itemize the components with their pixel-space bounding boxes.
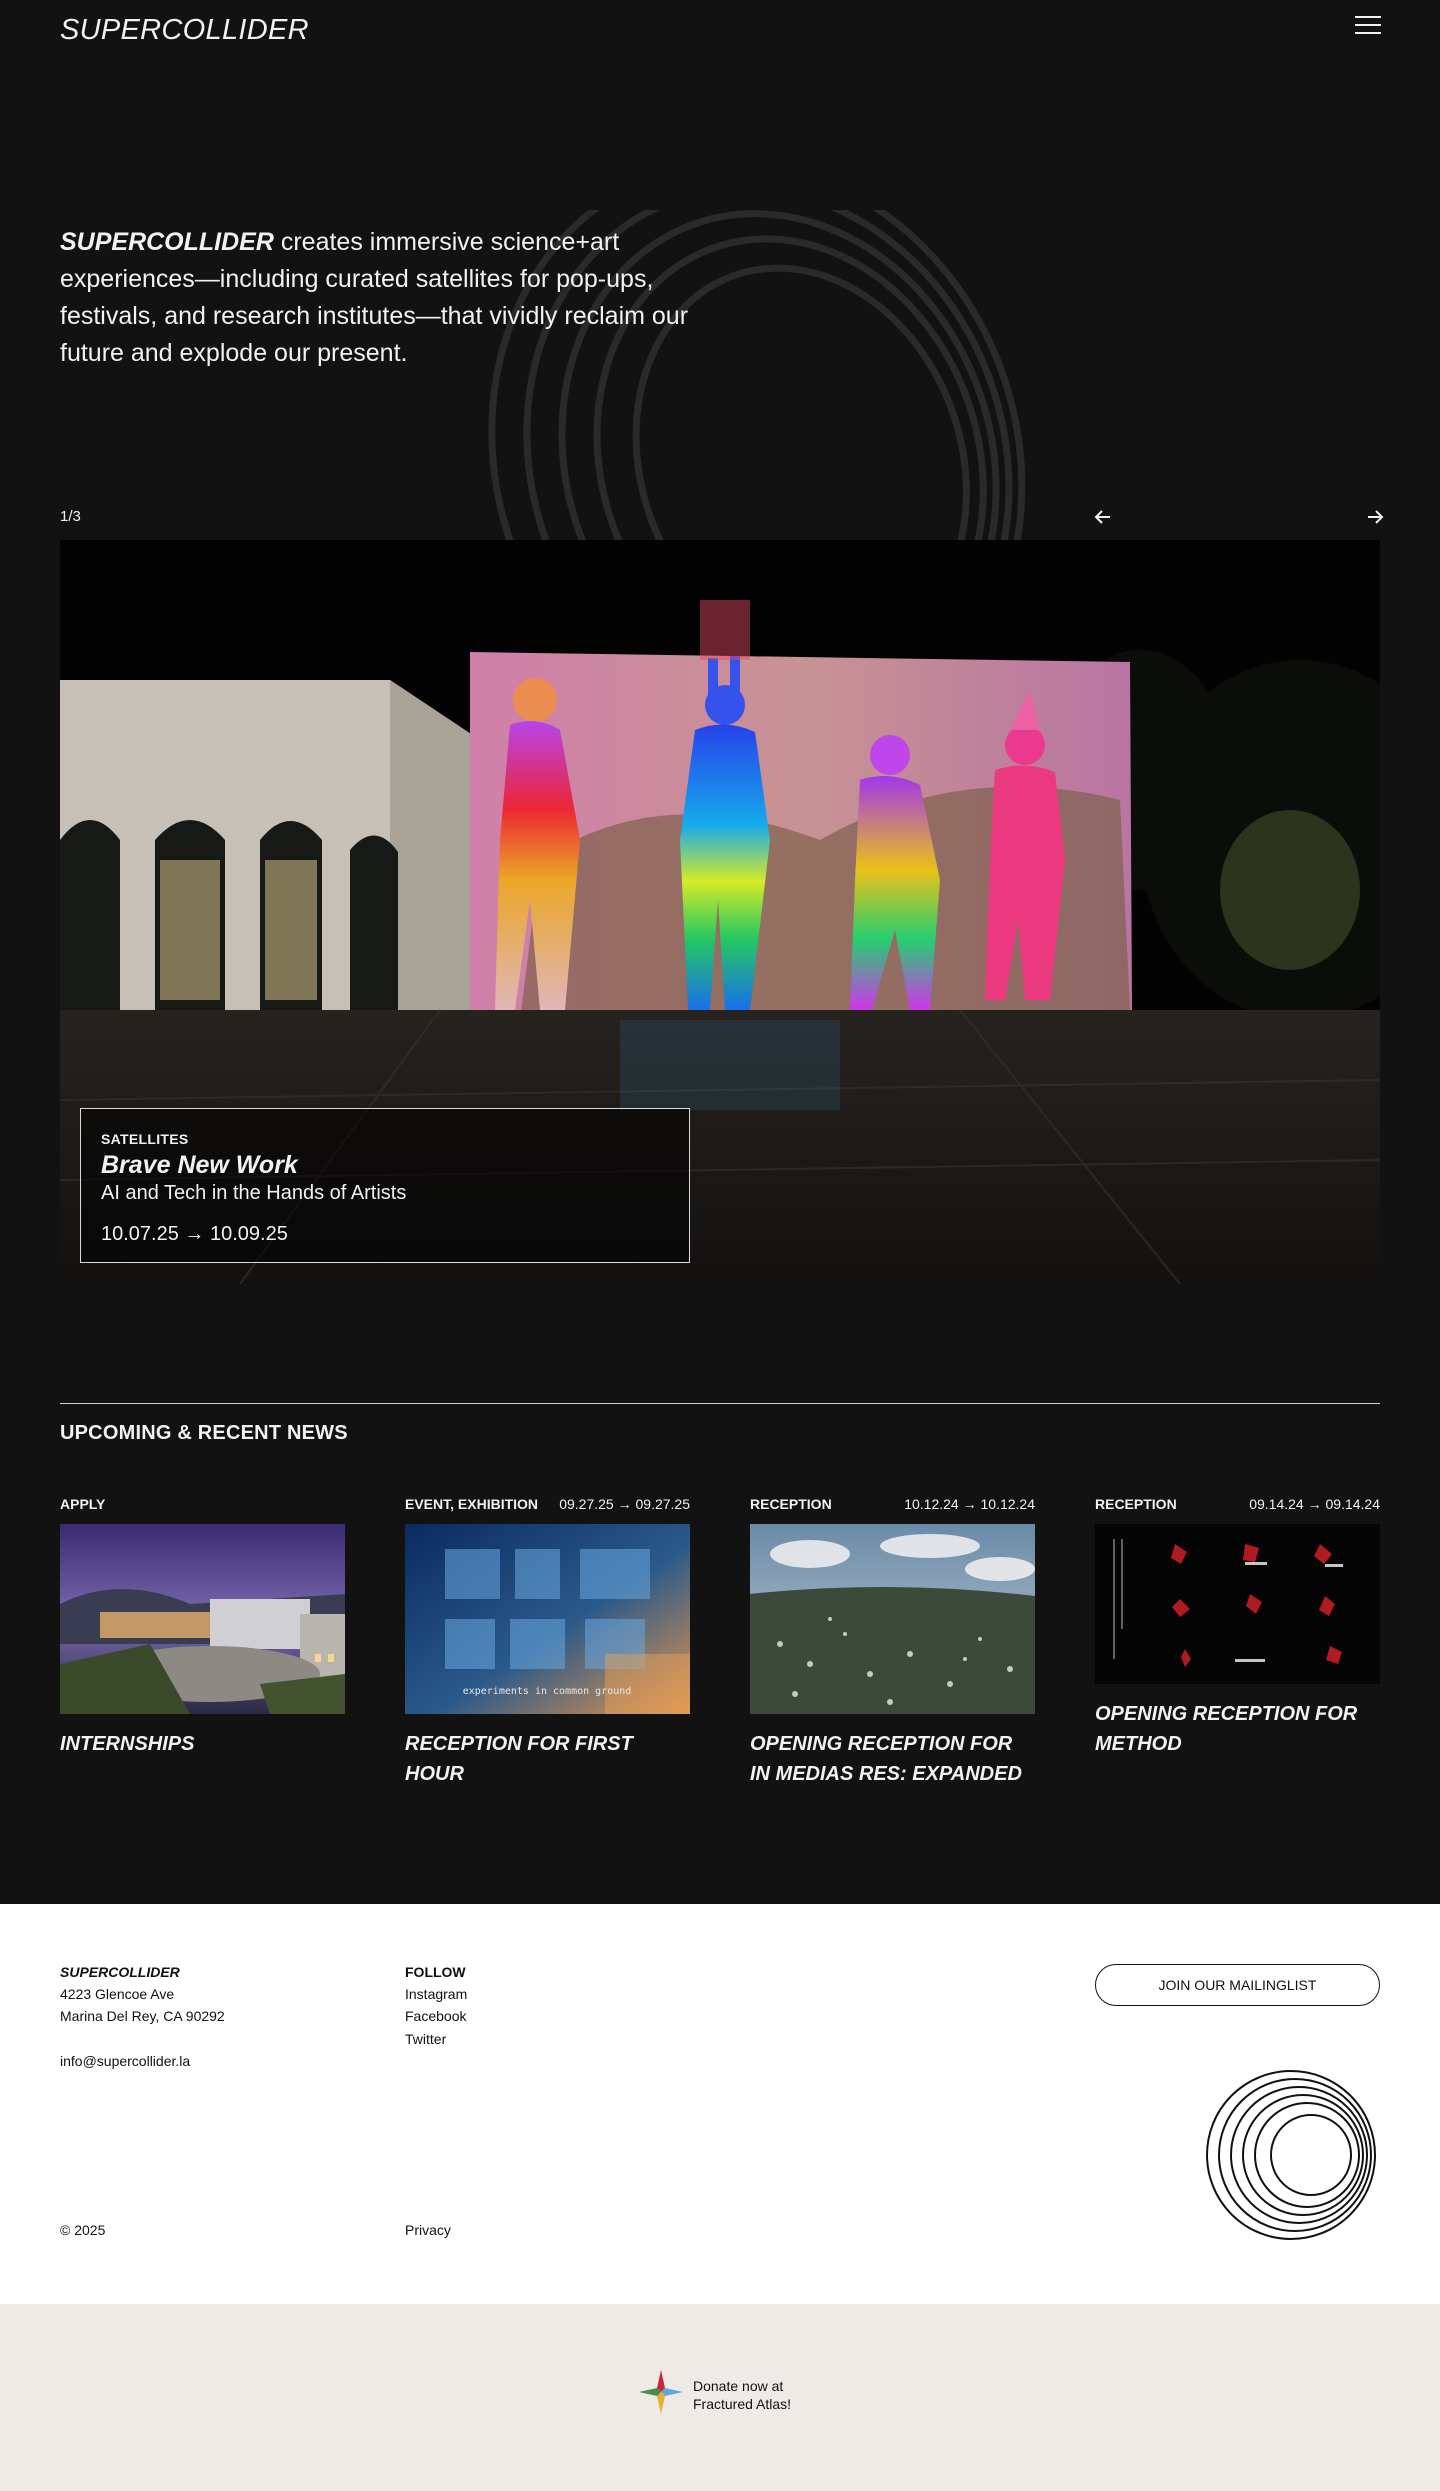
news-card-dates: 09.14.24 → 09.14.24 [1249, 1496, 1380, 1512]
footer-brand: SUPERCOLLIDER [60, 1964, 180, 1980]
news-card-dates: 09.27.25 → 09.27.25 [559, 1496, 690, 1512]
slide-title: Brave New Work [101, 1151, 298, 1179]
news-card-title[interactable]: OPENING RECEPTION FOR IN MEDIAS RES: EXP… [750, 1729, 1035, 1789]
news-card-image[interactable]: experiments in common ground [405, 1524, 690, 1719]
site-footer: SUPERCOLLIDER 4223 Glencoe Ave Marina De… [0, 1904, 1440, 2304]
news-card-meta: APPLY [60, 1496, 345, 1516]
news-card-title[interactable]: OPENING RECEPTION FOR METHOD [1095, 1699, 1380, 1759]
news-heading: UPCOMING & RECENT NEWS [60, 1422, 348, 1444]
news-card-image[interactable] [1095, 1524, 1380, 1689]
twitter-link[interactable]: Twitter [405, 2031, 446, 2047]
fractured-atlas-star-icon [637, 2368, 685, 2421]
news-card[interactable]: RECEPTION 10.12.24 → 10.12.24 OPENING RE… [750, 1496, 1035, 1789]
site-logo[interactable]: SUPERCOLLIDER [60, 14, 309, 47]
concentric-rings-logo [1205, 2069, 1380, 2249]
donate-text: Donate now at Fractured Atlas! [693, 2377, 791, 2413]
donate-link[interactable]: Donate now at Fractured Atlas! [637, 2368, 791, 2421]
join-mailinglist-label: JOIN OUR MAILINGLIST [1158, 1977, 1317, 1993]
instagram-link[interactable]: Instagram [405, 1986, 467, 2002]
site-header: SUPERCOLLIDER [0, 0, 1440, 60]
news-card[interactable]: RECEPTION 09.14.24 → 09.14.24 OPENING RE… [1095, 1496, 1380, 1759]
privacy-link[interactable]: Privacy [405, 2222, 451, 2238]
news-card[interactable]: EVENT, EXHIBITION 09.27.25 → 09.27.25 ex… [405, 1496, 690, 1789]
news-card-meta: RECEPTION 10.12.24 → 10.12.24 [750, 1496, 1035, 1516]
news-card-title[interactable]: INTERNSHIPS [60, 1729, 345, 1759]
news-card-meta: RECEPTION 09.14.24 → 09.14.24 [1095, 1496, 1380, 1516]
arrow-right-icon[interactable] [1364, 506, 1386, 528]
news-card[interactable]: APPLY INTERNSHIPS [60, 1496, 345, 1759]
news-card-category: EVENT, EXHIBITION [405, 1496, 539, 1512]
news-card-meta: EVENT, EXHIBITION 09.27.25 → 09.27.25 [405, 1496, 690, 1516]
footer-email-link[interactable]: info@supercollider.la [60, 2053, 190, 2069]
footer-address-line1: 4223 Glencoe Ave [60, 1986, 175, 2002]
donate-banner: Donate now at Fractured Atlas! [0, 2304, 1440, 2491]
news-card-category: RECEPTION [1095, 1496, 1177, 1512]
news-card-title[interactable]: RECEPTION FOR FIRST HOUR [405, 1729, 690, 1789]
footer-copyright: © 2025 [60, 2222, 106, 2238]
slide-category: SATELLITES [101, 1131, 189, 1147]
news-card-category: RECEPTION [750, 1496, 832, 1512]
footer-address-line2: Marina Del Rey, CA 90292 [60, 2008, 225, 2024]
facebook-link[interactable]: Facebook [405, 2008, 466, 2024]
donate-line2: Fractured Atlas! [693, 2395, 792, 2412]
news-card-image[interactable] [60, 1524, 345, 1719]
news-card-image[interactable] [750, 1524, 1035, 1719]
intro-statement: SUPERCOLLIDER creates immersive science+… [60, 224, 720, 372]
hamburger-icon[interactable] [1355, 16, 1381, 42]
slide-subtitle: AI and Tech in the Hands of Artists [101, 1182, 407, 1204]
slide-dates: 10.07.25 → 10.09.25 [101, 1223, 288, 1245]
arrow-left-icon[interactable] [1092, 506, 1114, 528]
news-card-dates: 10.12.24 → 10.12.24 [904, 1496, 1035, 1512]
first-hour-image-text: experiments in common ground [463, 1686, 632, 1697]
donate-line1: Donate now at [693, 2377, 784, 2394]
news-divider [60, 1403, 1380, 1404]
slide-caption-box[interactable]: SATELLITES Brave New Work AI and Tech in… [80, 1108, 690, 1263]
intro-brand: SUPERCOLLIDER [60, 228, 274, 256]
join-mailinglist-button[interactable]: JOIN OUR MAILINGLIST [1095, 1964, 1380, 2006]
footer-follow-heading: FOLLOW [405, 1964, 466, 1980]
slide-counter: 1/3 [60, 508, 81, 525]
news-card-category: APPLY [60, 1496, 106, 1512]
